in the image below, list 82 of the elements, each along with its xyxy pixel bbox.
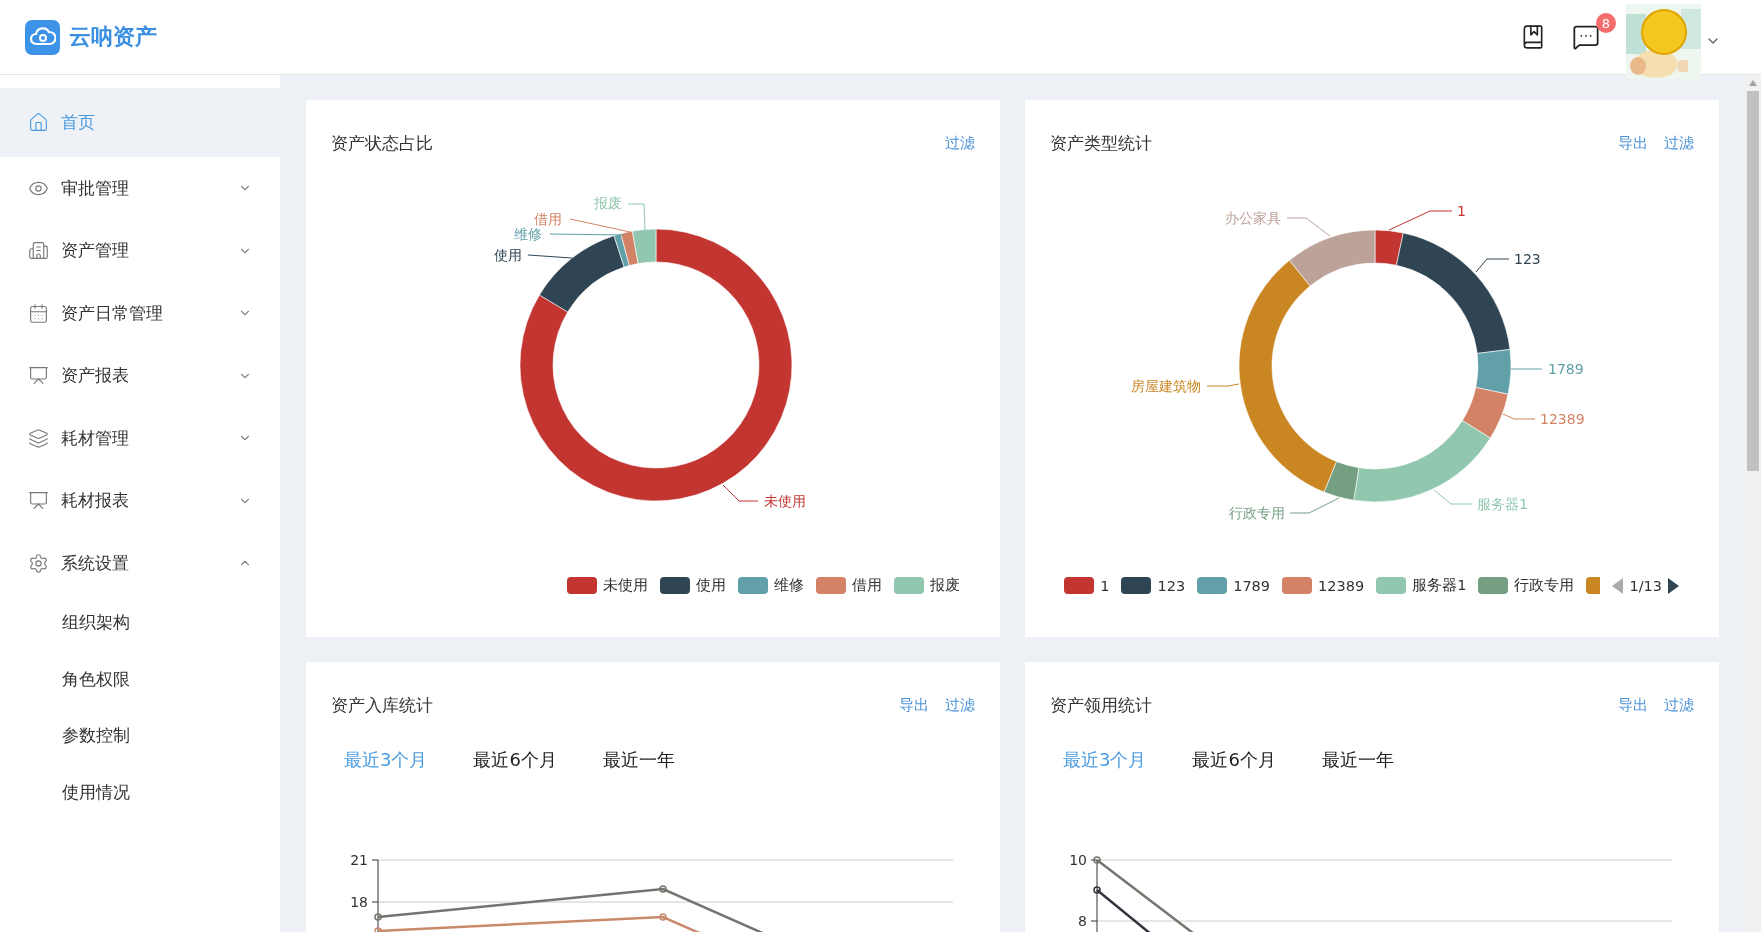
message-count-badge: 8 [1596,13,1616,33]
legend-swatch[interactable] [1197,577,1228,594]
action-link[interactable]: 过滤 [945,133,975,153]
leader-line [1475,258,1510,273]
legend-swatch[interactable] [1478,577,1509,594]
legend-swatch[interactable] [1586,577,1601,594]
tray-icon [28,427,49,449]
leader-line [722,484,759,502]
legend-label[interactable]: 服务器1 [1412,576,1467,595]
slice-label: 12389 [1540,411,1585,427]
legend-label[interactable]: 12389 [1318,577,1365,594]
leader-line [1433,489,1473,505]
legend-swatch[interactable] [1282,577,1313,594]
period-tab[interactable]: 最近6个月 [1192,748,1276,772]
axis-tick-label: 21 [350,852,368,868]
legend-swatch[interactable] [660,577,690,594]
action-link[interactable]: 过滤 [1664,695,1694,715]
slice-label: 报废 [594,195,622,211]
scroll-up-icon[interactable] [1748,79,1758,87]
slice-label: 办公家具 [1225,210,1281,226]
slice-label: 行政专用 [1229,505,1285,521]
sidebar-subitem[interactable]: 角色权限 [0,651,280,708]
axis-tick-label: 18 [350,894,368,910]
card-title: 资产入库统计 [331,693,433,717]
legend-swatch[interactable] [894,577,924,594]
easel-chart-icon [28,490,49,512]
building-icon [28,240,49,262]
card-title: 资产类型统计 [1050,131,1152,155]
leader-line [1289,497,1340,514]
leader-line [1286,217,1331,237]
slice-label: 借用 [534,211,562,227]
logo-icon [25,19,60,55]
easel-chart-icon [28,365,49,387]
scrollbar[interactable] [1745,75,1761,932]
legend-label[interactable]: 123 [1157,577,1186,594]
leader-line [1510,368,1543,370]
legend-swatch[interactable] [1376,577,1407,594]
slice-label: 1 [1457,203,1466,219]
legend-label[interactable]: 借用 [852,576,882,595]
legend-label[interactable]: 使用 [696,576,726,595]
logo-text: 云呐资产 [69,23,157,51]
slice-label: 使用 [494,247,522,263]
legend-label[interactable]: 行政专用 [1514,576,1575,595]
action-link[interactable]: 过滤 [1664,133,1694,153]
period-tab[interactable]: 最近6个月 [473,748,557,772]
leader-line [1206,383,1240,387]
legend-label[interactable]: 报废 [930,576,960,595]
legend-label[interactable]: 1 [1100,577,1110,594]
legend-swatch[interactable] [567,577,597,594]
leader-line [527,254,573,259]
leader-line [1388,210,1453,231]
action-link[interactable]: 过滤 [945,695,975,715]
settings-icon [28,552,49,574]
chat-icon[interactable] [1572,23,1600,51]
legend-label[interactable]: 1789 [1233,577,1271,594]
slice-label: 1789 [1548,361,1584,377]
axis-tick-label: 8 [1078,913,1087,929]
period-tab[interactable]: 最近一年 [1321,748,1394,772]
period-tab[interactable]: 最近一年 [602,748,675,772]
card-title: 资产状态占比 [331,131,433,155]
sidebar-subitem[interactable]: 组织架构 [0,594,280,651]
calendar-icon [28,302,49,324]
slice-label: 维修 [514,226,542,242]
home-icon [28,112,49,133]
legend-swatch[interactable] [1121,577,1152,594]
slice-label: 未使用 [764,493,806,509]
legend-swatch[interactable] [1064,577,1095,594]
card-title: 资产领用统计 [1050,693,1152,717]
leader-line [1502,413,1536,420]
legend-swatch[interactable] [738,577,768,594]
scrollbar-thumb[interactable] [1747,91,1759,471]
slice-label: 服务器1 [1477,496,1528,512]
legend-label[interactable]: 维修 [774,576,804,595]
axis-tick-label: 10 [1069,852,1087,868]
legend-label[interactable]: 未使用 [603,576,648,595]
next-page-icon[interactable] [1668,577,1679,594]
sidebar-subitem[interactable]: 使用情况 [0,764,280,821]
slice-label: 房屋建筑物 [1131,378,1201,394]
slice-label: 123 [1514,251,1541,267]
sidebar-subitem[interactable]: 参数控制 [0,707,280,764]
page-indicator: 1/13 [1629,577,1662,594]
legend-swatch[interactable] [816,577,846,594]
